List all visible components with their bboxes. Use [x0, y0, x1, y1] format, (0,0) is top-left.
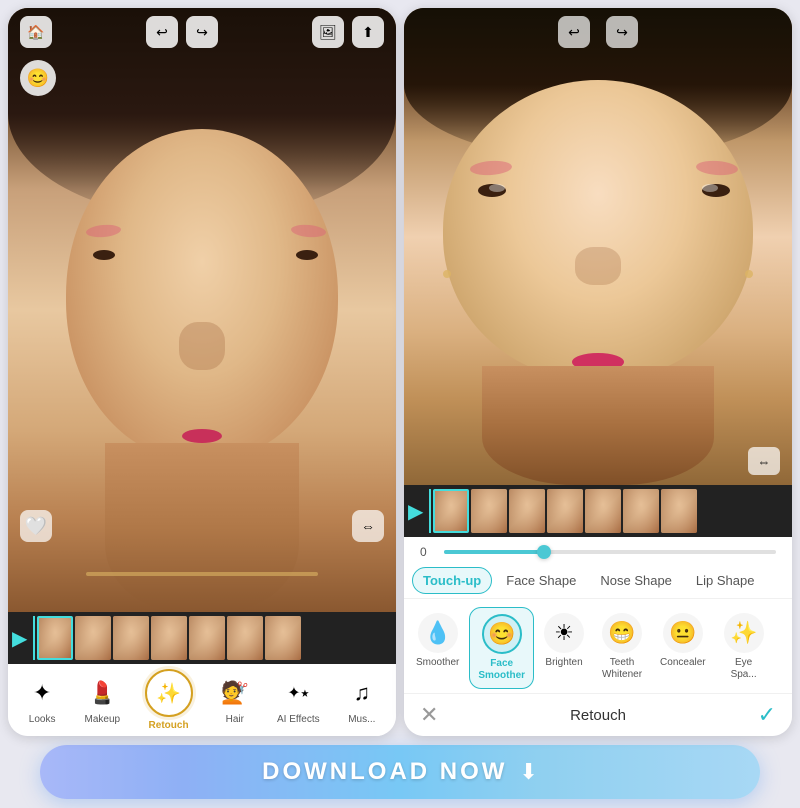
tool-teeth-whitener[interactable]: 😁 TeethWhitener: [594, 607, 650, 689]
left-filmstrip: ▶: [8, 612, 396, 664]
tool-concealer[interactable]: 😐 Concealer: [652, 607, 714, 689]
gallery-button[interactable]: 🖼: [312, 16, 344, 48]
download-button[interactable]: DOWNLOAD NOW ⬇: [40, 745, 760, 799]
right-film-thumb-7[interactable]: [661, 489, 697, 533]
slider-fill: [444, 550, 544, 554]
left-panel: 🏠 ↩ ↪ 🖼 ⬆ 😊 🤍 ⇔: [8, 8, 396, 736]
retouch-label: Retouch: [149, 720, 189, 731]
right-compare-button[interactable]: ⇔: [748, 447, 780, 475]
tab-touchup[interactable]: Touch-up: [412, 567, 492, 594]
music-label: Mus...: [348, 714, 375, 725]
right-film-thumb-1[interactable]: [433, 489, 469, 533]
tab-lip-shape[interactable]: Lip Shape: [686, 568, 765, 593]
download-icon: ⬇: [519, 759, 537, 785]
concealer-label: Concealer: [660, 657, 706, 669]
cancel-button[interactable]: ✕: [420, 702, 438, 728]
left-toolbar: 🏠 ↩ ↪ 🖼 ⬆: [8, 16, 396, 48]
film-thumb-4[interactable]: [151, 616, 187, 660]
retouch-icon: ✨: [145, 669, 193, 717]
teeth-whitener-label: TeethWhitener: [602, 657, 642, 681]
tool-looks[interactable]: ✦ Looks: [18, 671, 66, 729]
film-thumb-3[interactable]: [113, 616, 149, 660]
film-thumb-7[interactable]: [265, 616, 301, 660]
confirm-button[interactable]: ✓: [758, 702, 776, 728]
tool-brighten[interactable]: ☀ Brighten: [536, 607, 592, 689]
compare-button[interactable]: ⇔: [352, 510, 384, 542]
tool-music[interactable]: ♫ Mus...: [338, 671, 386, 729]
tool-eye-sparkle[interactable]: ✨ EyeSpa...: [716, 607, 772, 689]
download-bar: DOWNLOAD NOW ⬇: [24, 736, 776, 808]
app-container: 🏠 ↩ ↪ 🖼 ⬆ 😊 🤍 ⇔: [0, 0, 800, 808]
tool-hair[interactable]: 💇 Hair: [211, 671, 259, 729]
slider-track[interactable]: [444, 550, 776, 554]
right-film-thumb-5[interactable]: [585, 489, 621, 533]
home-button[interactable]: 🏠: [20, 16, 52, 48]
tools-scroll: 💧 Smoother 😊 FaceSmoother ☀ Brighten: [404, 599, 792, 693]
right-film-thumb-2[interactable]: [471, 489, 507, 533]
tool-retouch[interactable]: ✨ Retouch: [139, 665, 199, 735]
looks-label: Looks: [29, 714, 56, 725]
tool-face-smoother[interactable]: 😊 FaceSmoother: [469, 607, 534, 689]
left-photo-area: 🏠 ↩ ↪ 🖼 ⬆ 😊 🤍 ⇔: [8, 8, 396, 612]
right-panel: ↩ ↪ ⇔ ▶ 0: [404, 8, 792, 736]
film-thumb-6[interactable]: [227, 616, 263, 660]
avatar-button[interactable]: 😊: [20, 60, 56, 96]
left-face-photo: [8, 8, 396, 612]
smoother-label: Smoother: [416, 657, 459, 669]
teeth-whitener-icon: 😁: [602, 613, 642, 653]
tool-makeup[interactable]: 💄 Makeup: [78, 671, 126, 729]
action-title: Retouch: [570, 707, 626, 724]
right-toolbar: ↩ ↪: [404, 16, 792, 48]
brighten-label: Brighten: [545, 657, 582, 669]
heart-button[interactable]: 🤍: [20, 510, 52, 542]
brighten-icon: ☀: [544, 613, 584, 653]
music-icon: ♫: [344, 675, 380, 711]
undo-button[interactable]: ↩: [146, 16, 178, 48]
redo-button[interactable]: ↪: [186, 16, 218, 48]
right-film-thumb-4[interactable]: [547, 489, 583, 533]
tool-smoother[interactable]: 💧 Smoother: [408, 607, 467, 689]
tool-ai-effects[interactable]: ✦⭑ AI Effects: [271, 671, 326, 729]
smoother-icon: 💧: [418, 613, 458, 653]
tabs-row: Touch-up Face Shape Nose Shape Lip Shape: [404, 563, 792, 599]
face-smoother-label: FaceSmoother: [478, 658, 525, 682]
hair-label: Hair: [226, 714, 244, 725]
right-photo-area: ↩ ↪ ⇔: [404, 8, 792, 485]
eye-sparkle-icon: ✨: [724, 613, 764, 653]
face-smoother-icon: 😊: [482, 614, 522, 654]
makeup-icon: 💄: [84, 675, 120, 711]
makeup-label: Makeup: [85, 714, 121, 725]
play-button[interactable]: ▶: [12, 626, 27, 651]
right-film-thumb-3[interactable]: [509, 489, 545, 533]
share-button[interactable]: ⬆: [352, 16, 384, 48]
right-face-photo: [404, 8, 792, 485]
ai-effects-label: AI Effects: [277, 714, 320, 725]
film-thumb-1[interactable]: [37, 616, 73, 660]
tab-nose-shape[interactable]: Nose Shape: [590, 568, 682, 593]
right-controls: 0 Touch-up Face Shape Nose Shape Lip Sha…: [404, 537, 792, 736]
right-filmstrip: ▶: [404, 485, 792, 537]
panels-row: 🏠 ↩ ↪ 🖼 ⬆ 😊 🤍 ⇔: [0, 0, 800, 736]
slider-thumb[interactable]: [537, 545, 551, 559]
eye-sparkle-label: EyeSpa...: [731, 657, 757, 681]
action-bar: ✕ Retouch ✓: [404, 693, 792, 736]
slider-area: 0: [404, 537, 792, 563]
download-label: DOWNLOAD NOW: [262, 758, 507, 786]
film-thumb-2[interactable]: [75, 616, 111, 660]
film-thumb-5[interactable]: [189, 616, 225, 660]
looks-icon: ✦: [24, 675, 60, 711]
left-bottom-toolbar: ✦ Looks 💄 Makeup ✨ Retouch 💇 Hair ✦⭑: [8, 664, 396, 736]
tab-face-shape[interactable]: Face Shape: [496, 568, 586, 593]
slider-value: 0: [420, 545, 436, 559]
right-undo-button[interactable]: ↩: [558, 16, 590, 48]
ai-effects-icon: ✦⭑: [280, 675, 316, 711]
right-redo-button[interactable]: ↪: [606, 16, 638, 48]
right-film-thumb-6[interactable]: [623, 489, 659, 533]
hair-icon: 💇: [217, 675, 253, 711]
right-play-button[interactable]: ▶: [408, 499, 423, 524]
concealer-icon: 😐: [663, 613, 703, 653]
